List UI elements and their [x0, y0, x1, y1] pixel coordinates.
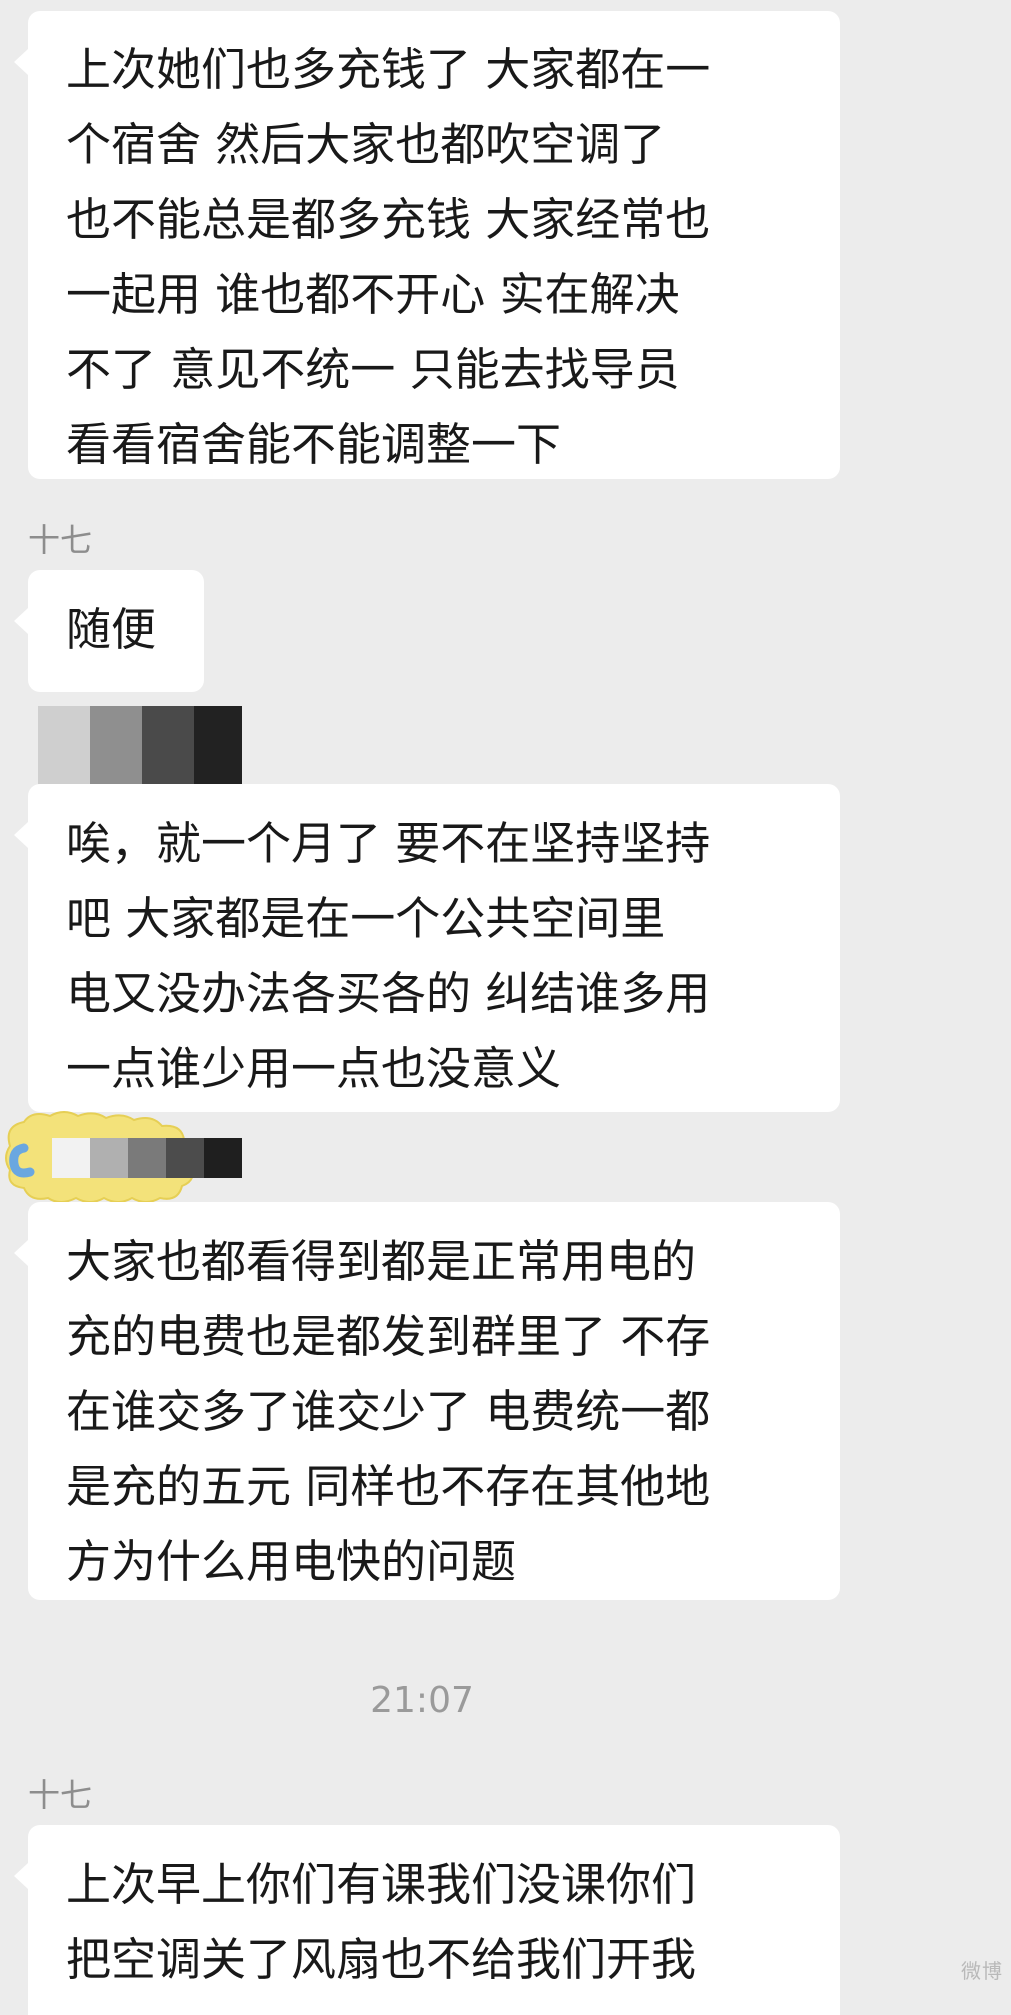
message-line: 电又没办法各买各的 纠结谁多用	[66, 967, 711, 1020]
message-line: 大家也都看得到都是正常用电的	[66, 1235, 697, 1288]
message-bubble-2[interactable]: 随便	[14, 570, 204, 692]
message-bubble-4[interactable]: 大家也都看得到都是正常用电的 充的电费也是都发到群里了 不存 在谁交多了谁交少了…	[14, 1202, 840, 1600]
message-bubble-3[interactable]: 唉，就一个月了 要不在坚持坚持 吧 大家都是在一个公共空间里 电又没办法各买各的…	[14, 784, 840, 1112]
message-line: 在谁交多了谁交少了 电费统一都	[66, 1385, 711, 1438]
message-line: 也不能总是都多充钱 大家经常也	[66, 193, 711, 246]
message-line: 上次早上你们有课我们没课你们	[66, 1858, 697, 1911]
message-line: 方为什么用电快的问题	[66, 1535, 517, 1588]
message-line: 把空调关了风扇也不给我们开我	[66, 1933, 697, 1986]
sender-name: 十七	[28, 1776, 93, 1814]
message-line: 个宿舍 然后大家也都吹空调了	[66, 118, 666, 171]
message-bubble-5[interactable]: 上次早上你们有课我们没课你们 把空调关了风扇也不给我们开我	[14, 1825, 840, 2015]
message-line: 吧 大家都是在一个公共空间里	[66, 892, 666, 945]
message-line: 不了 意见不统一 只能去找导员	[66, 343, 680, 396]
watermark: 微博	[961, 1959, 1003, 1983]
message-line: 唉，就一个月了 要不在坚持坚持	[66, 817, 711, 870]
message-bubble-1[interactable]: 上次她们也多充钱了 大家都在一 个宿舍 然后大家也都吹空调了 也不能总是都多充钱…	[14, 11, 840, 479]
message-line: 是充的五元 同样也不存在其他地	[66, 1460, 711, 1513]
redacted-sender-name	[38, 706, 242, 784]
message-timestamp: 21:07	[370, 1680, 474, 1721]
message-line: 上次她们也多充钱了 大家都在一	[66, 43, 711, 96]
message-line: 一起用 谁也都不开心 实在解决	[66, 268, 680, 321]
message-line: 一点谁少用一点也没意义	[66, 1042, 562, 1095]
redacted-sender-name	[52, 1138, 242, 1178]
message-line: 充的电费也是都发到群里了 不存	[66, 1310, 711, 1363]
message-line: 看看宿舍能不能调整一下	[66, 418, 562, 471]
sender-name: 十七	[28, 521, 93, 559]
chat-area: 上次她们也多充钱了 大家都在一 个宿舍 然后大家也都吹空调了 也不能总是都多充钱…	[0, 0, 1011, 2015]
message-line: 随便	[66, 603, 157, 656]
